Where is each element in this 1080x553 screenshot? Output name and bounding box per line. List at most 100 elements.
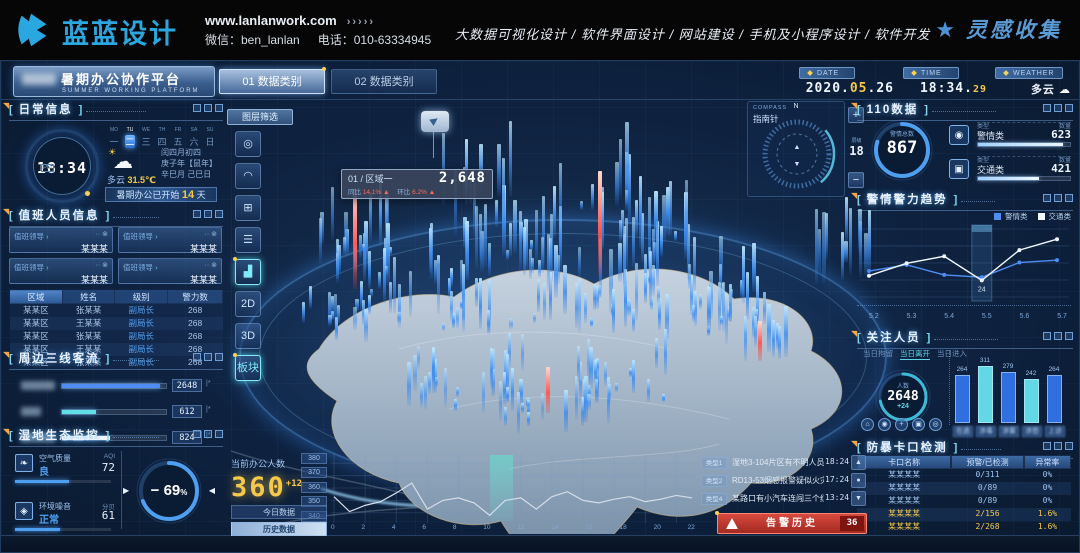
alert-spike xyxy=(598,171,602,276)
data-spike xyxy=(424,376,427,409)
duty-leader-card[interactable]: 值班领导·· ⊗某某某 xyxy=(118,258,222,284)
panel-controls[interactable] xyxy=(1040,193,1073,205)
duty-table-row[interactable]: 某某区王某某副局长268 xyxy=(10,317,223,330)
panel-controls[interactable] xyxy=(190,103,223,115)
data-spike xyxy=(369,192,372,242)
focus-tab[interactable]: 当日离开 xyxy=(900,349,930,360)
data-spike xyxy=(559,163,562,232)
minimize-icon xyxy=(193,210,201,218)
alert-row[interactable]: 类型4某路口有小汽车连闯三个红灯13:24 xyxy=(701,491,871,509)
data-spike xyxy=(353,307,357,330)
platform-subtitle: SUMMER WORKING PLATFORM xyxy=(62,88,206,94)
minimize-icon xyxy=(193,104,201,112)
scroll-up-icon[interactable]: ▲ xyxy=(851,455,866,470)
data-spike xyxy=(504,407,507,426)
tab-data-category-1[interactable]: 01 数据类别 xyxy=(219,69,325,94)
focus-bar[interactable] xyxy=(1047,375,1062,423)
panel-controls[interactable] xyxy=(190,209,223,221)
focus-bar[interactable] xyxy=(978,366,993,423)
location-icon[interactable]: ◎ xyxy=(235,131,261,157)
paper-plane-marker[interactable]: ▶ xyxy=(421,111,449,132)
inspiration-collect[interactable]: ★灵感收集 xyxy=(935,14,1062,44)
duty-leader-cards: 值班领导·· ⊗某某某值班领导·· ⊗某某某值班领导·· ⊗某某某值班领导·· … xyxy=(9,227,223,284)
temperature: 31.5℃ xyxy=(128,175,156,185)
scroll-down-icon[interactable]: ▼ xyxy=(851,491,866,506)
data-spike xyxy=(506,387,509,403)
axis-dots xyxy=(857,305,1071,306)
weather-value: 多云 xyxy=(1031,84,1055,96)
panel-controls[interactable] xyxy=(190,352,223,364)
website-link[interactable]: www.lanlanwork.com xyxy=(205,13,337,28)
data-spike xyxy=(619,220,622,243)
panel-controls[interactable] xyxy=(1040,441,1073,453)
history-data-button[interactable]: 历史数据 xyxy=(231,522,327,536)
camera-icon[interactable]: ▣ xyxy=(912,418,925,431)
data-spike xyxy=(746,272,749,320)
data-spike xyxy=(466,221,469,280)
weekday-二[interactable]: TU二 xyxy=(125,127,135,148)
checkpoint-row[interactable]: 某某某某0/3110% xyxy=(857,469,1071,482)
duty-table-row[interactable]: 某某区张某某副局长268 xyxy=(10,304,223,317)
duty-leader-card[interactable]: 值班领导·· ⊗某某某 xyxy=(118,227,222,253)
weekday-五[interactable]: FR五 xyxy=(173,127,183,148)
weekday-六[interactable]: SA六 xyxy=(189,127,199,148)
weather-box: WEATHER 多云 ☁ xyxy=(995,66,1071,98)
plus-icon[interactable]: + xyxy=(895,418,908,431)
alert-row[interactable]: 类型2RD13-53烟感报警疑似火灾17:24 xyxy=(701,473,871,491)
duty-table-row[interactable]: 某某区张某某副局长268 xyxy=(10,330,223,343)
site-header: 蓝蓝设计 www.lanlanwork.com››››› 微信：ben_lanl… xyxy=(0,0,1080,60)
today-data-button[interactable]: 今日数据 xyxy=(231,505,327,519)
data-spike xyxy=(553,186,556,238)
data-spike xyxy=(632,360,635,393)
data-spike xyxy=(699,294,702,309)
left-arrow-icon[interactable]: ▶ xyxy=(123,486,129,495)
scroll-dot-icon[interactable]: ● xyxy=(851,473,866,488)
checkpoint-row[interactable]: 某某某某0/890% xyxy=(857,482,1071,495)
duty-leader-card[interactable]: 值班领导·· ⊗某某某 xyxy=(9,227,113,253)
right-arrow-icon[interactable]: ◀ xyxy=(209,486,215,495)
weekday-日[interactable]: SU日 xyxy=(205,127,215,148)
data-spike xyxy=(608,384,611,403)
weekday-三[interactable]: WE三 xyxy=(141,127,151,148)
data-spike xyxy=(309,286,312,309)
maximize-icon xyxy=(204,210,212,218)
flow-bar-value: 612 xyxy=(172,405,202,418)
checkpoint-row[interactable]: 某某某某2/1561.6% xyxy=(857,508,1071,521)
alert-row[interactable]: 类型1湿地3-104片区有不明人员闯入18:24 xyxy=(701,455,871,473)
data-spike xyxy=(364,309,368,342)
data-spike xyxy=(639,176,642,249)
duty-leader-card[interactable]: 值班领导·· ⊗某某某 xyxy=(9,258,113,284)
tooltip-region: 01 / 区域一 xyxy=(348,174,393,184)
grid-icon[interactable]: ⊞ xyxy=(235,195,261,221)
eco-items: ❧空气质量良AQI72◈环境噪音正常分贝61 xyxy=(13,451,115,539)
focus-bar-category: 在逃 xyxy=(953,426,973,437)
panel-controls[interactable] xyxy=(1040,331,1073,343)
scan-icon[interactable]: ◎ xyxy=(929,418,942,431)
alert-history-button[interactable]: 告警历史 36 xyxy=(717,513,867,534)
weekday-四[interactable]: TH四 xyxy=(157,127,167,148)
x-axis-labels: 0246810121416182022 xyxy=(331,524,695,531)
target-icon[interactable]: ◉ xyxy=(878,418,891,431)
data-spike xyxy=(527,400,530,409)
panel-controls[interactable] xyxy=(1040,103,1073,115)
data-spike xyxy=(629,368,632,377)
checkpoint-row[interactable]: 某某某某0/890% xyxy=(857,495,1071,508)
data-spike xyxy=(577,346,580,382)
data-spike xyxy=(475,278,478,307)
panel-controls[interactable] xyxy=(190,429,223,441)
data-spike xyxy=(652,265,655,296)
cloud-icon: ☁ xyxy=(1059,84,1071,96)
radar-icon[interactable]: ◠ xyxy=(235,163,261,189)
minimize-icon xyxy=(193,430,201,438)
focus-bar[interactable] xyxy=(1024,379,1039,423)
weekday-一[interactable]: MO一 xyxy=(109,127,119,148)
tab-data-category-2[interactable]: 02 数据类别 xyxy=(331,69,437,94)
time-box: TIME 18:34.29 xyxy=(903,66,987,98)
data-spike xyxy=(587,394,591,410)
focus-bar[interactable] xyxy=(955,375,970,423)
data-spike xyxy=(513,200,517,254)
data-spike xyxy=(598,285,601,298)
arrows-decoration: ››››› xyxy=(347,16,375,28)
checkpoint-row[interactable]: 某某某某2/2681.6% xyxy=(857,521,1071,534)
focus-bar[interactable] xyxy=(1001,372,1016,423)
